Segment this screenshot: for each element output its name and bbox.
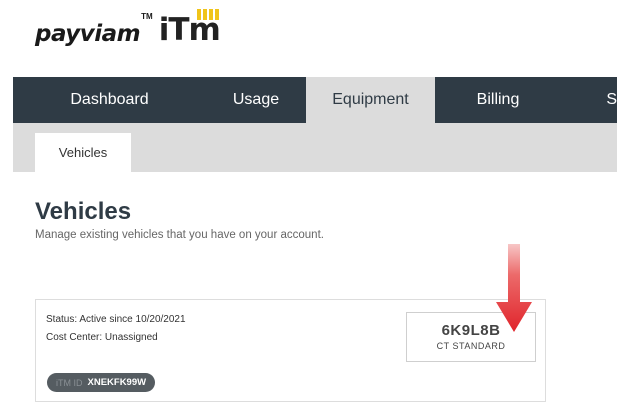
logo-trademark: TM <box>141 12 153 21</box>
itm-logo-text: iTm <box>158 12 221 48</box>
cost-center-value: Unassigned <box>104 332 158 343</box>
main-nav: Dashboard Usage Equipment Billing S <box>13 77 617 123</box>
status-value: Active since 10/20/2021 <box>79 314 186 325</box>
itm-id-badge: iTM ID XNEKFK99W <box>47 373 156 392</box>
logo-wordmark: payviam <box>35 21 141 47</box>
status-label: Status: <box>46 314 78 325</box>
vehicle-card[interactable]: Status: Active since 10/20/2021 Cost Cen… <box>35 299 546 402</box>
itm-logo: iTm <box>159 6 221 46</box>
tab-billing[interactable]: Billing <box>435 77 561 123</box>
plate-type: CT STANDARD <box>436 341 506 351</box>
itm-id-label: iTM ID <box>56 377 83 388</box>
page-title: Vehicles <box>35 198 132 225</box>
vehicle-cost-center: Cost Center: Unassigned <box>46 332 158 343</box>
vehicle-status: Status: Active since 10/20/2021 <box>46 314 186 325</box>
sub-nav: Vehicles <box>13 123 617 172</box>
cost-center-label: Cost Center: <box>46 332 103 343</box>
tab-dashboard[interactable]: Dashboard <box>13 77 206 123</box>
tab-equipment[interactable]: Equipment <box>306 77 435 123</box>
payviam-logo[interactable]: payviam TM iTm <box>35 6 221 46</box>
subtab-vehicles[interactable]: Vehicles <box>35 133 131 172</box>
tab-s[interactable]: S <box>561 77 617 123</box>
tab-usage[interactable]: Usage <box>206 77 306 123</box>
red-arrow-icon <box>496 244 532 332</box>
itm-id-value: XNEKFK99W <box>87 377 147 388</box>
page-subtitle: Manage existing vehicles that you have o… <box>35 229 324 241</box>
